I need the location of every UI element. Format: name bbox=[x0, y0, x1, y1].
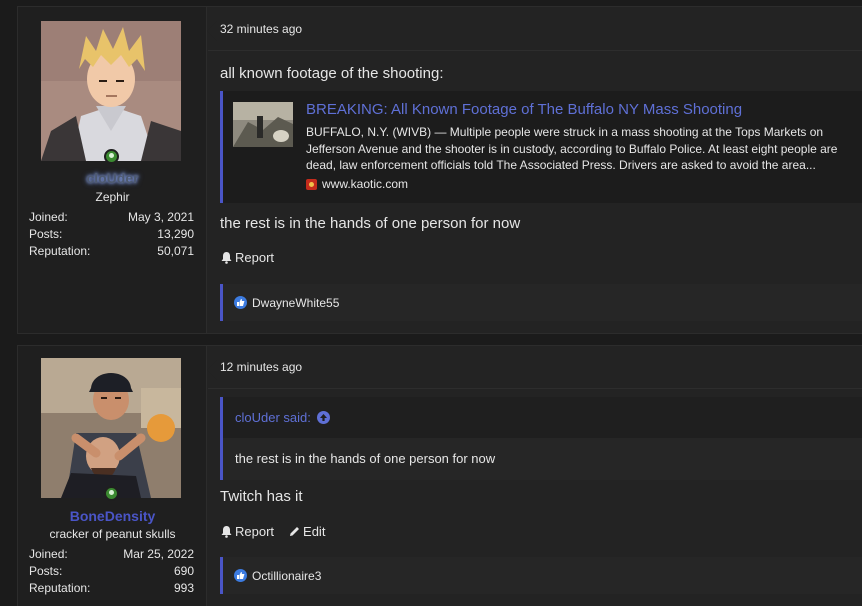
online-status-icon bbox=[104, 149, 119, 164]
embed-title-link[interactable]: BREAKING: All Known Footage of The Buffa… bbox=[306, 101, 742, 118]
post-text: Twitch has it bbox=[220, 488, 303, 505]
reaction-user[interactable]: DwayneWhite55 bbox=[252, 296, 339, 310]
reactions-bar[interactable]: DwayneWhite55 bbox=[220, 284, 862, 321]
quote-author[interactable]: cloUder said: bbox=[235, 410, 311, 425]
stat-value: May 3, 2021 bbox=[127, 210, 194, 224]
avatar[interactable] bbox=[41, 21, 181, 161]
quote-header[interactable]: cloUder said: bbox=[223, 397, 862, 438]
quote-block: cloUder said: the rest is in the hands o… bbox=[220, 397, 862, 480]
post-actions: Report Edit bbox=[220, 524, 325, 539]
stat-label: Posts: bbox=[29, 227, 63, 241]
username[interactable]: BoneDensity bbox=[18, 508, 207, 524]
post: BoneDensity cracker of peanut skulls Joi… bbox=[17, 345, 862, 606]
like-icon bbox=[234, 569, 247, 582]
user-stats: Joined: May 3, 2021 Posts: 13,290 Reputa… bbox=[29, 209, 194, 260]
divider bbox=[208, 50, 862, 51]
post-text: the rest is in the hands of one person f… bbox=[220, 215, 521, 232]
user-info-panel: BoneDensity cracker of peanut skulls Joi… bbox=[18, 346, 207, 606]
bell-icon bbox=[221, 252, 232, 264]
stat-label: Reputation: bbox=[29, 244, 91, 258]
username[interactable]: cloUder bbox=[18, 170, 207, 186]
report-button[interactable]: Report bbox=[220, 250, 274, 265]
stat-joined: Joined: Mar 25, 2022 bbox=[29, 546, 194, 563]
stat-posts: Posts: 13,290 bbox=[29, 226, 194, 243]
stat-label: Joined: bbox=[29, 210, 68, 224]
arrow-up-icon[interactable] bbox=[316, 411, 330, 424]
stat-label: Posts: bbox=[29, 564, 63, 578]
user-title: cracker of peanut skulls bbox=[49, 527, 176, 541]
quote-text: the rest is in the hands of one person f… bbox=[235, 451, 496, 466]
post-main: 12 minutes ago cloUder said: the rest is… bbox=[208, 346, 862, 606]
report-label: Report bbox=[235, 250, 275, 265]
user-info-panel: cloUder Zephir Joined: May 3, 2021 Posts… bbox=[18, 7, 207, 333]
user-title: Zephir bbox=[95, 190, 130, 204]
post-text: all known footage of the shooting: bbox=[220, 65, 444, 82]
stat-value: 690 bbox=[173, 564, 194, 578]
report-button[interactable]: Report bbox=[220, 524, 274, 539]
online-status-icon bbox=[104, 486, 119, 501]
stat-posts: Posts: 690 bbox=[29, 563, 194, 580]
link-embed[interactable]: BREAKING: All Known Footage of The Buffa… bbox=[220, 91, 862, 203]
post-actions: Report bbox=[220, 250, 274, 265]
avatar[interactable] bbox=[41, 358, 181, 498]
stat-value: 50,071 bbox=[157, 244, 194, 258]
bell-icon bbox=[221, 526, 232, 538]
post-timestamp[interactable]: 32 minutes ago bbox=[220, 22, 302, 36]
embed-description: BUFFALO, N.Y. (WIVB) — Multiple people w… bbox=[306, 125, 838, 172]
stat-value: 993 bbox=[173, 581, 194, 595]
stat-label: Reputation: bbox=[29, 581, 91, 595]
reactions-bar[interactable]: Octillionaire3 bbox=[220, 557, 862, 594]
edit-button[interactable]: Edit bbox=[288, 524, 325, 539]
pencil-icon bbox=[290, 527, 300, 536]
stat-reputation: Reputation: 993 bbox=[29, 580, 194, 597]
embed-site[interactable]: www.kaotic.com bbox=[306, 177, 408, 191]
stat-label: Joined: bbox=[29, 547, 68, 561]
divider bbox=[208, 388, 862, 389]
like-icon bbox=[234, 296, 247, 309]
stat-value: 13,290 bbox=[157, 227, 194, 241]
edit-label: Edit bbox=[303, 524, 326, 539]
reaction-user[interactable]: Octillionaire3 bbox=[252, 569, 321, 583]
report-label: Report bbox=[235, 524, 275, 539]
embed-site-url[interactable]: www.kaotic.com bbox=[322, 177, 408, 191]
embed-thumbnail[interactable] bbox=[233, 102, 293, 147]
user-stats: Joined: Mar 25, 2022 Posts: 690 Reputati… bbox=[29, 546, 194, 597]
stat-joined: Joined: May 3, 2021 bbox=[29, 209, 194, 226]
post-main: 32 minutes ago all known footage of the … bbox=[208, 7, 862, 333]
stat-value: Mar 25, 2022 bbox=[123, 547, 194, 561]
site-favicon-icon bbox=[306, 178, 317, 190]
post: cloUder Zephir Joined: May 3, 2021 Posts… bbox=[17, 6, 862, 334]
post-timestamp[interactable]: 12 minutes ago bbox=[220, 360, 302, 374]
stat-reputation: Reputation: 50,071 bbox=[29, 243, 194, 260]
